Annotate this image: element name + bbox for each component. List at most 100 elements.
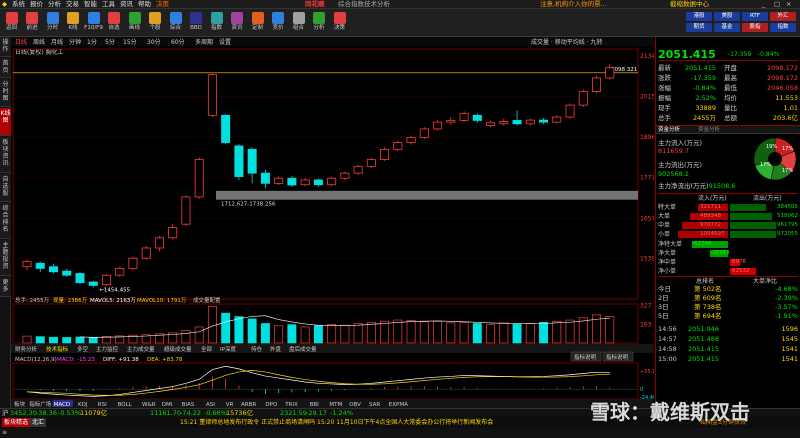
period-tab[interactable]: 15分 [123,38,137,46]
news-ticker[interactable]: 15:21 董律师总地发布行政令 正式禁止商场清闸吗 15:20 11月10日下… [180,418,493,427]
candle-body[interactable] [260,172,270,184]
candle-body[interactable] [592,77,602,92]
left-tab[interactable]: 更多 [0,277,11,297]
candle-body[interactable] [327,177,337,186]
candle-body[interactable] [353,165,363,174]
candle-body[interactable] [419,128,429,138]
toolbar-button[interactable]: K线 [64,12,83,34]
indicator-tab[interactable]: 全部 [201,345,213,353]
sub-indicator-tab[interactable]: 指标广场 [29,400,52,408]
candle-body[interactable] [48,266,58,273]
candle-body[interactable] [274,177,284,184]
menu-item[interactable]: 报价 [30,0,43,9]
candle-body[interactable] [459,113,469,121]
left-tab[interactable]: 分时图 [0,79,11,107]
candle-body[interactable] [181,196,191,225]
candle-body[interactable] [141,247,151,259]
candle-body[interactable] [88,281,98,286]
fund-tab[interactable]: 资金分析 [658,126,680,134]
market-button[interactable]: RTF [742,12,768,21]
menu-item[interactable]: 资讯 [120,0,133,9]
candle-body[interactable] [194,159,204,198]
market-button[interactable]: 指数 [770,23,796,32]
alert-text[interactable]: 注意,机构介入你的票... [540,0,607,9]
candle-body[interactable] [168,227,178,239]
indicator-tab[interactable]: 持仓 [251,345,263,353]
chart-tools[interactable]: 成交量 · 移动平均线 · 九转 [531,38,602,46]
candle-body[interactable] [486,122,496,126]
candle-body[interactable] [313,179,323,186]
candle-body[interactable] [578,91,588,106]
toolbar-button[interactable]: 竞价 [269,12,288,34]
market-button[interactable]: 外汇 [770,12,796,21]
candle-body[interactable] [406,137,416,143]
candle-body[interactable] [101,274,111,286]
menu-item[interactable]: 分析 [48,0,61,9]
menu-item[interactable]: 交易 [66,0,79,9]
candle-body[interactable] [75,273,85,284]
candle-body[interactable] [221,114,231,143]
market-button[interactable]: 基金 [714,23,740,32]
candle-body[interactable] [539,119,549,123]
indicator-tab[interactable]: 财务分析 [15,345,38,353]
candle-body[interactable] [300,179,310,186]
toolbar-button[interactable]: 定制 [248,12,267,34]
candle-body[interactable] [552,116,562,123]
candle-body[interactable] [287,177,297,186]
candle-body[interactable] [525,119,535,125]
toolbar-button[interactable]: 个股 [146,12,165,34]
indicator-tab[interactable]: 超级成交量 [164,345,192,353]
candle-body[interactable] [446,120,456,123]
candle-body[interactable] [512,120,522,125]
candle-body[interactable] [605,67,615,79]
indicator-tab[interactable]: IP深度 [220,345,236,353]
period-tab[interactable]: 日线 [15,38,27,46]
fund-tab[interactable]: 资金分析 [698,126,720,134]
indicator-tab[interactable]: 主力成交量 [127,345,155,353]
left-tab[interactable]: 主题投资 [0,240,11,276]
left-tab[interactable]: 综合排名 [0,203,11,239]
candle-body[interactable] [22,261,32,268]
market-button[interactable]: 港股 [686,12,712,21]
menu-item[interactable]: 决策 [156,0,169,9]
toolbar-button[interactable]: BBD [187,12,206,34]
indicator-tab[interactable]: 盘后成交量 [289,345,317,353]
indicator-tab[interactable]: 主力监控 [96,345,119,353]
toolbar-button[interactable]: 指数 [207,12,226,34]
menu-item[interactable]: 帮助 [138,0,151,9]
kline-chart-area[interactable]: 日线 周线 月线 分钟 1分 5分 15分 30分 60分 多周期 设置 成交量 · 移动平均线 · … [11,37,659,408]
period-tab[interactable]: 周线 [33,38,45,46]
toolbar-button[interactable]: 前进 [23,12,42,34]
period-tab[interactable]: 分钟 [69,38,81,46]
period-tab[interactable]: 60分 [171,38,185,46]
indicator-tab[interactable]: 多空 [77,345,89,353]
candle-body[interactable] [35,262,45,269]
left-tab[interactable]: 自选股 [0,174,11,202]
candle-body[interactable] [472,114,482,121]
candle-body[interactable] [62,270,72,276]
menu-item[interactable]: 智能 [84,0,97,9]
toolbar-button[interactable]: 画线 [125,12,144,34]
candle-body[interactable] [207,74,217,116]
candle-body[interactable] [499,121,509,125]
candle-body[interactable] [565,104,575,118]
toolbar-button[interactable]: 返回 [2,12,21,34]
toolbar-button[interactable]: 资讯 [228,12,247,34]
data-center-link[interactable]: 截缩数据中心 [670,0,709,9]
left-tab[interactable]: 首页 [0,58,11,78]
market-button[interactable]: 美股 [714,12,740,21]
candle-body[interactable] [340,172,350,179]
candle-body[interactable] [380,148,390,160]
period-tab[interactable]: 1分 [87,38,97,46]
market-button[interactable]: 股指 [742,23,768,32]
toolbar-button[interactable]: 自选 [105,12,124,34]
period-tab[interactable]: 设置 [219,38,231,46]
toolbar-button[interactable]: 分时 [43,12,62,34]
candle-body[interactable] [115,267,125,276]
indicator-tab[interactable]: 外盘 [270,345,282,353]
toolbar-button[interactable]: 组合 [289,12,308,34]
toolbar-button[interactable]: 决策 [330,12,349,34]
toolbar-button[interactable]: F10/F9 [84,12,103,34]
market-button[interactable]: 期货 [686,23,712,32]
candle-body[interactable] [247,148,257,174]
